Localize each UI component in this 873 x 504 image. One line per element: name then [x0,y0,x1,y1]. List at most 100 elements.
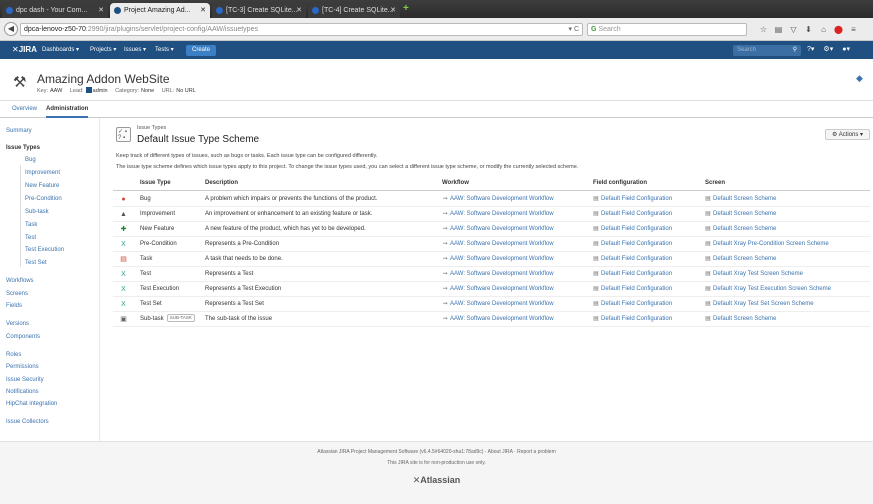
menu-tests[interactable]: Tests ▾ [155,41,174,59]
issue-type-name: Sub-task [140,316,164,322]
sidebar-item-workflows[interactable]: Workflows [6,278,34,284]
workflow-link[interactable]: AAW: Software Development Workflow [450,316,554,322]
close-icon[interactable]: ✕ [390,3,396,18]
sidebar-item-issue-collectors[interactable]: Issue Collectors [6,419,49,425]
sidebar-item-new-feature[interactable]: New Feature [25,183,59,189]
browser-tab-active[interactable]: Project Amazing Ad... ✕ [110,3,210,18]
avatar[interactable]: ●▾ [842,46,850,53]
sidebar-item-hipchat[interactable]: HipChat integration [6,401,57,407]
sidebar-item-versions[interactable]: Versions [6,321,29,327]
sidebar-item-bug[interactable]: Bug [25,157,36,163]
sidebar-item-task[interactable]: Task [25,222,37,228]
sidebar-item-test-execution[interactable]: Test Execution [25,247,64,253]
screen-scheme-link[interactable]: Default Xray Test Set Screen Scheme [713,301,814,307]
field-configuration-link[interactable]: Default Field Configuration [601,196,672,202]
field-configuration-link[interactable]: Default Field Configuration [601,286,672,292]
breadcrumb: Issue Types [137,125,167,131]
project-category-link[interactable]: None [141,88,154,94]
menu-issues[interactable]: Issues ▾ [124,41,146,59]
browser-tab[interactable]: [TC-3] Create SQLite... ✕ [212,3,306,18]
sidebar-item-issue-security[interactable]: Issue Security [6,377,44,383]
jira-logo[interactable]: ✕JIRA [12,41,37,59]
project-lead-link[interactable]: admin [93,88,108,94]
sidebar-item-roles[interactable]: Roles [6,352,21,358]
sidebar-item-fields[interactable]: Fields [6,303,22,309]
menu-dashboards[interactable]: Dashboards ▾ [42,41,79,59]
sidebar-item-improvement[interactable]: Improvement [25,170,60,176]
new-tab-icon[interactable]: + [403,4,412,14]
workflow-link[interactable]: AAW: Software Development Workflow [450,286,554,292]
field-configuration-link[interactable]: Default Field Configuration [601,301,672,307]
share-icon[interactable]: ◆ [856,74,865,83]
quick-search-input[interactable]: Search ⚲ [733,45,801,56]
sidebar-item-components[interactable]: Components [6,334,40,340]
workflow-link[interactable]: AAW: Software Development Workflow [450,196,554,202]
field-configuration-link[interactable]: Default Field Configuration [601,226,672,232]
screen-scheme-link[interactable]: Default Xray Test Screen Scheme [713,271,803,277]
screen-scheme-link[interactable]: Default Screen Scheme [713,256,776,262]
create-button[interactable]: Create [186,45,217,56]
workflow-link[interactable]: AAW: Software Development Workflow [450,211,554,217]
table-row: ● Bug A problem which impairs or prevents … [113,192,870,207]
reload-icon[interactable]: ▾ C [568,24,579,35]
footer: Atlassian JIRA Project Management Softwa… [0,441,873,504]
field-configuration-link[interactable]: Default Field Configuration [601,241,672,247]
url-path: :2990/jira/plugins/servlet/project-confi… [85,26,258,33]
gear-icon[interactable]: ⚙▾ [823,46,833,53]
sidebar-item-issue-types[interactable]: Issue Types [6,145,40,151]
column-header-description: Description [205,180,239,186]
sidebar-item-sub-task[interactable]: Sub-task [25,209,49,215]
workflow-link[interactable]: AAW: Software Development Workflow [450,241,554,247]
bookmark-star-icon[interactable]: ☆ [757,23,770,36]
sidebar-item-notifications[interactable]: Notifications [6,389,39,395]
download-icon[interactable]: ⬇ [802,23,815,36]
issue-type-description: A task that needs to be done. [205,256,283,262]
workflow-link[interactable]: AAW: Software Development Workflow [450,226,554,232]
tab-overview[interactable]: Overview [12,101,37,118]
adblock-icon[interactable]: ⬤ [832,23,845,36]
sidebar-item-pre-condition[interactable]: Pre-Condition [25,196,62,202]
field-configuration-link[interactable]: Default Field Configuration [601,271,672,277]
menu-projects[interactable]: Projects ▾ [90,41,116,59]
screen-scheme-link[interactable]: Default Xray Pre-Condition Screen Scheme [713,241,829,247]
browser-tab[interactable]: [TC-4] Create SQLite... ✕ [308,3,400,18]
project-avatar-icon: ⚒ [13,74,27,91]
workflow-icon: ⇝ [442,256,448,262]
footer-product-link[interactable]: Atlassian JIRA Project Management Softwa… [317,449,483,455]
screen-scheme-link[interactable]: Default Screen Scheme [713,211,776,217]
footer-report-link[interactable]: Report a problem [517,449,556,455]
tab-administration[interactable]: Administration [46,101,89,118]
sidebar-item-permissions[interactable]: Permissions [6,364,39,370]
pocket-icon[interactable]: ▽ [787,23,800,36]
close-icon[interactable]: ✕ [98,3,104,18]
home-icon[interactable]: ⌂ [817,23,830,36]
footer-about-link[interactable]: About JIRA [488,449,513,455]
sidebar-item-test[interactable]: Test [25,235,36,241]
workflow-link[interactable]: AAW: Software Development Workflow [450,256,554,262]
screen-scheme-link[interactable]: Default Screen Scheme [713,196,776,202]
sidebar-item-summary[interactable]: Summary [6,128,32,134]
browser-tab[interactable]: dpc dash - Your Com... ✕ [2,3,108,18]
field-configuration-link[interactable]: Default Field Configuration [601,316,672,322]
close-icon[interactable]: ✕ [296,3,302,18]
menu-icon[interactable]: ≡ [847,23,860,36]
screen-scheme-link[interactable]: Default Screen Scheme [713,226,776,232]
help-icon[interactable]: ?▾ [807,46,814,53]
issue-type-description: Represents a Test Execution [205,286,282,292]
workflow-link[interactable]: AAW: Software Development Workflow [450,301,554,307]
close-icon[interactable]: ✕ [200,3,206,18]
screen-scheme-link[interactable]: Default Xray Test Execution Screen Schem… [713,286,831,292]
field-configuration-link[interactable]: Default Field Configuration [601,211,672,217]
url-bar[interactable]: dpca-lenovo-z50-70:2990/jira/plugins/ser… [20,23,583,36]
browser-search-input[interactable]: G Search [587,23,747,36]
table-row: ✚ New Feature A new feature of the product… [113,222,870,237]
back-arrow-icon[interactable]: ◀ [4,22,18,36]
actions-button[interactable]: ⚙ Actions ▾ [825,129,870,140]
clipboard-icon[interactable]: ▤ [772,23,785,36]
field-configuration-link[interactable]: Default Field Configuration [601,256,672,262]
sidebar-item-test-set[interactable]: Test Set [25,260,47,266]
workflow-link[interactable]: AAW: Software Development Workflow [450,271,554,277]
sidebar-item-screens[interactable]: Screens [6,291,28,297]
xray-test-set-icon: X [121,301,126,308]
screen-scheme-link[interactable]: Default Screen Scheme [713,316,776,322]
